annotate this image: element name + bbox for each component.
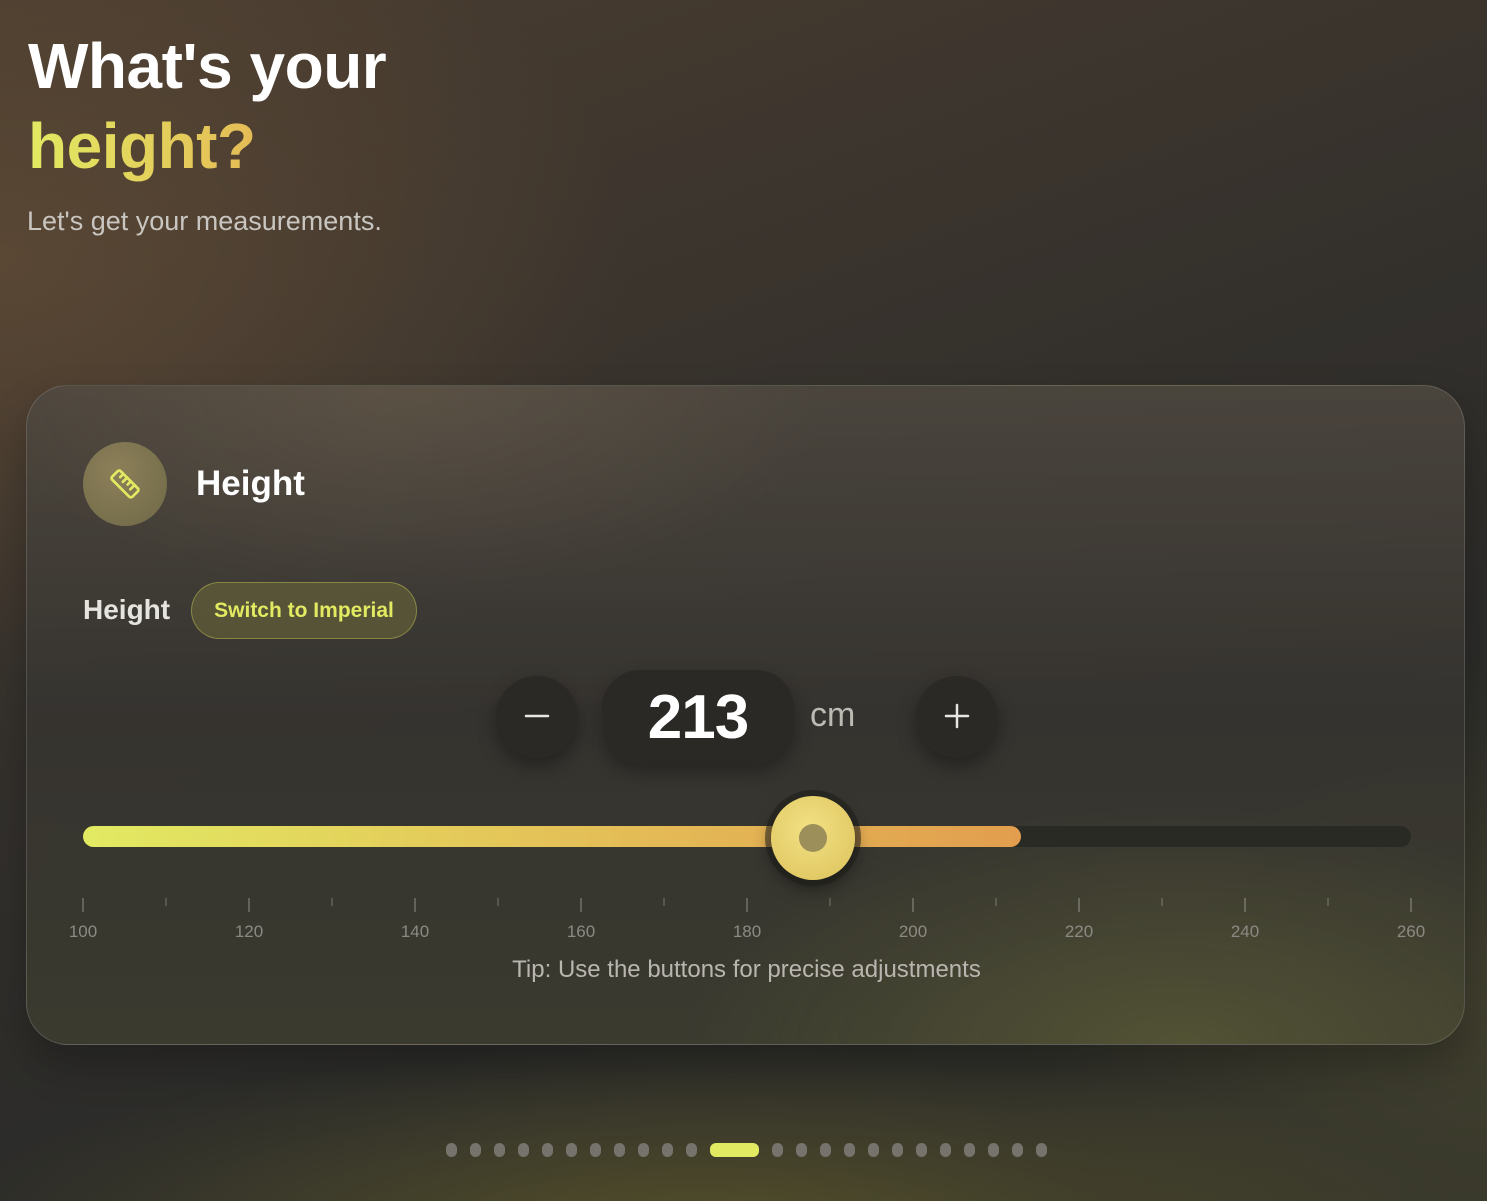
pagination-dot-active[interactable]: [710, 1143, 759, 1157]
pagination-dot[interactable]: [1012, 1143, 1023, 1157]
pagination-dot[interactable]: [614, 1143, 625, 1157]
tick-label: 120: [234, 922, 264, 941]
minor-tick: [497, 898, 499, 906]
pagination-dot[interactable]: [470, 1143, 481, 1157]
page-title-line-2: height?: [28, 106, 386, 186]
minor-tick: [331, 898, 333, 906]
page-title-line-1: What's your: [28, 30, 387, 102]
major-tick: [746, 898, 748, 912]
major-tick: [580, 898, 582, 912]
pagination-dot[interactable]: [892, 1143, 903, 1157]
height-value-display: 213: [602, 670, 794, 764]
pagination-dot[interactable]: [590, 1143, 601, 1157]
pagination-dot[interactable]: [916, 1143, 927, 1157]
plus-icon: [944, 703, 970, 732]
switch-to-imperial-button[interactable]: Switch to Imperial: [191, 582, 417, 639]
slider-scale: 100 120 140 160 180 200 220 240 260: [69, 898, 1425, 958]
pagination-dot[interactable]: [518, 1143, 529, 1157]
pagination-dot[interactable]: [844, 1143, 855, 1157]
slider-thumb-dot: [799, 824, 828, 852]
tick-label: 140: [400, 922, 430, 941]
height-card: Height Height Switch to Imperial 213 cm …: [26, 385, 1465, 1045]
minor-tick: [829, 898, 831, 906]
major-tick: [912, 898, 914, 912]
tip-text: Tip: Use the buttons for precise adjustm…: [512, 956, 981, 983]
pagination-dot[interactable]: [940, 1143, 951, 1157]
page-title: What's your height?: [28, 26, 387, 186]
major-tick: [1410, 898, 1412, 912]
minor-tick: [165, 898, 167, 906]
card-title: Height: [196, 464, 305, 503]
tick-label: 200: [898, 922, 928, 941]
height-slider-thumb[interactable]: [771, 796, 856, 880]
pagination-dot[interactable]: [686, 1143, 697, 1157]
minor-tick: [1161, 898, 1163, 906]
tick-label: 100: [68, 922, 98, 941]
pagination-dot[interactable]: [566, 1143, 577, 1157]
major-tick: [248, 898, 250, 912]
minor-tick: [1327, 898, 1329, 906]
tick-label: 160: [566, 922, 596, 941]
minus-icon: [524, 703, 550, 732]
major-tick: [414, 898, 416, 912]
pagination-dot[interactable]: [820, 1143, 831, 1157]
major-tick: [1244, 898, 1246, 912]
pagination-dot[interactable]: [662, 1143, 673, 1157]
pagination-dot[interactable]: [542, 1143, 553, 1157]
tick-label: 220: [1064, 922, 1094, 941]
increment-button[interactable]: [916, 676, 998, 758]
ruler-icon: [83, 442, 167, 526]
pagination-dot[interactable]: [988, 1143, 999, 1157]
step-pagination: [0, 1143, 1487, 1157]
minor-tick: [995, 898, 997, 906]
height-slider-fill: [83, 826, 1021, 847]
height-field-label: Height: [83, 594, 171, 625]
pagination-dot[interactable]: [1036, 1143, 1047, 1157]
pagination-dot[interactable]: [446, 1143, 457, 1157]
tick-label: 260: [1396, 922, 1426, 941]
tick-label: 180: [732, 922, 762, 941]
page-subtitle: Let's get your measurements.: [27, 206, 382, 236]
unit-label: cm: [810, 696, 856, 734]
pagination-dot[interactable]: [796, 1143, 807, 1157]
major-tick: [1078, 898, 1080, 912]
tick-label: 240: [1230, 922, 1260, 941]
decrement-button[interactable]: [496, 676, 578, 758]
pagination-dot[interactable]: [964, 1143, 975, 1157]
minor-tick: [663, 898, 665, 906]
height-slider-track[interactable]: [83, 826, 1411, 847]
major-tick: [82, 898, 84, 912]
pagination-dot[interactable]: [868, 1143, 879, 1157]
pagination-dot[interactable]: [494, 1143, 505, 1157]
pagination-dot[interactable]: [638, 1143, 649, 1157]
pagination-dot[interactable]: [772, 1143, 783, 1157]
